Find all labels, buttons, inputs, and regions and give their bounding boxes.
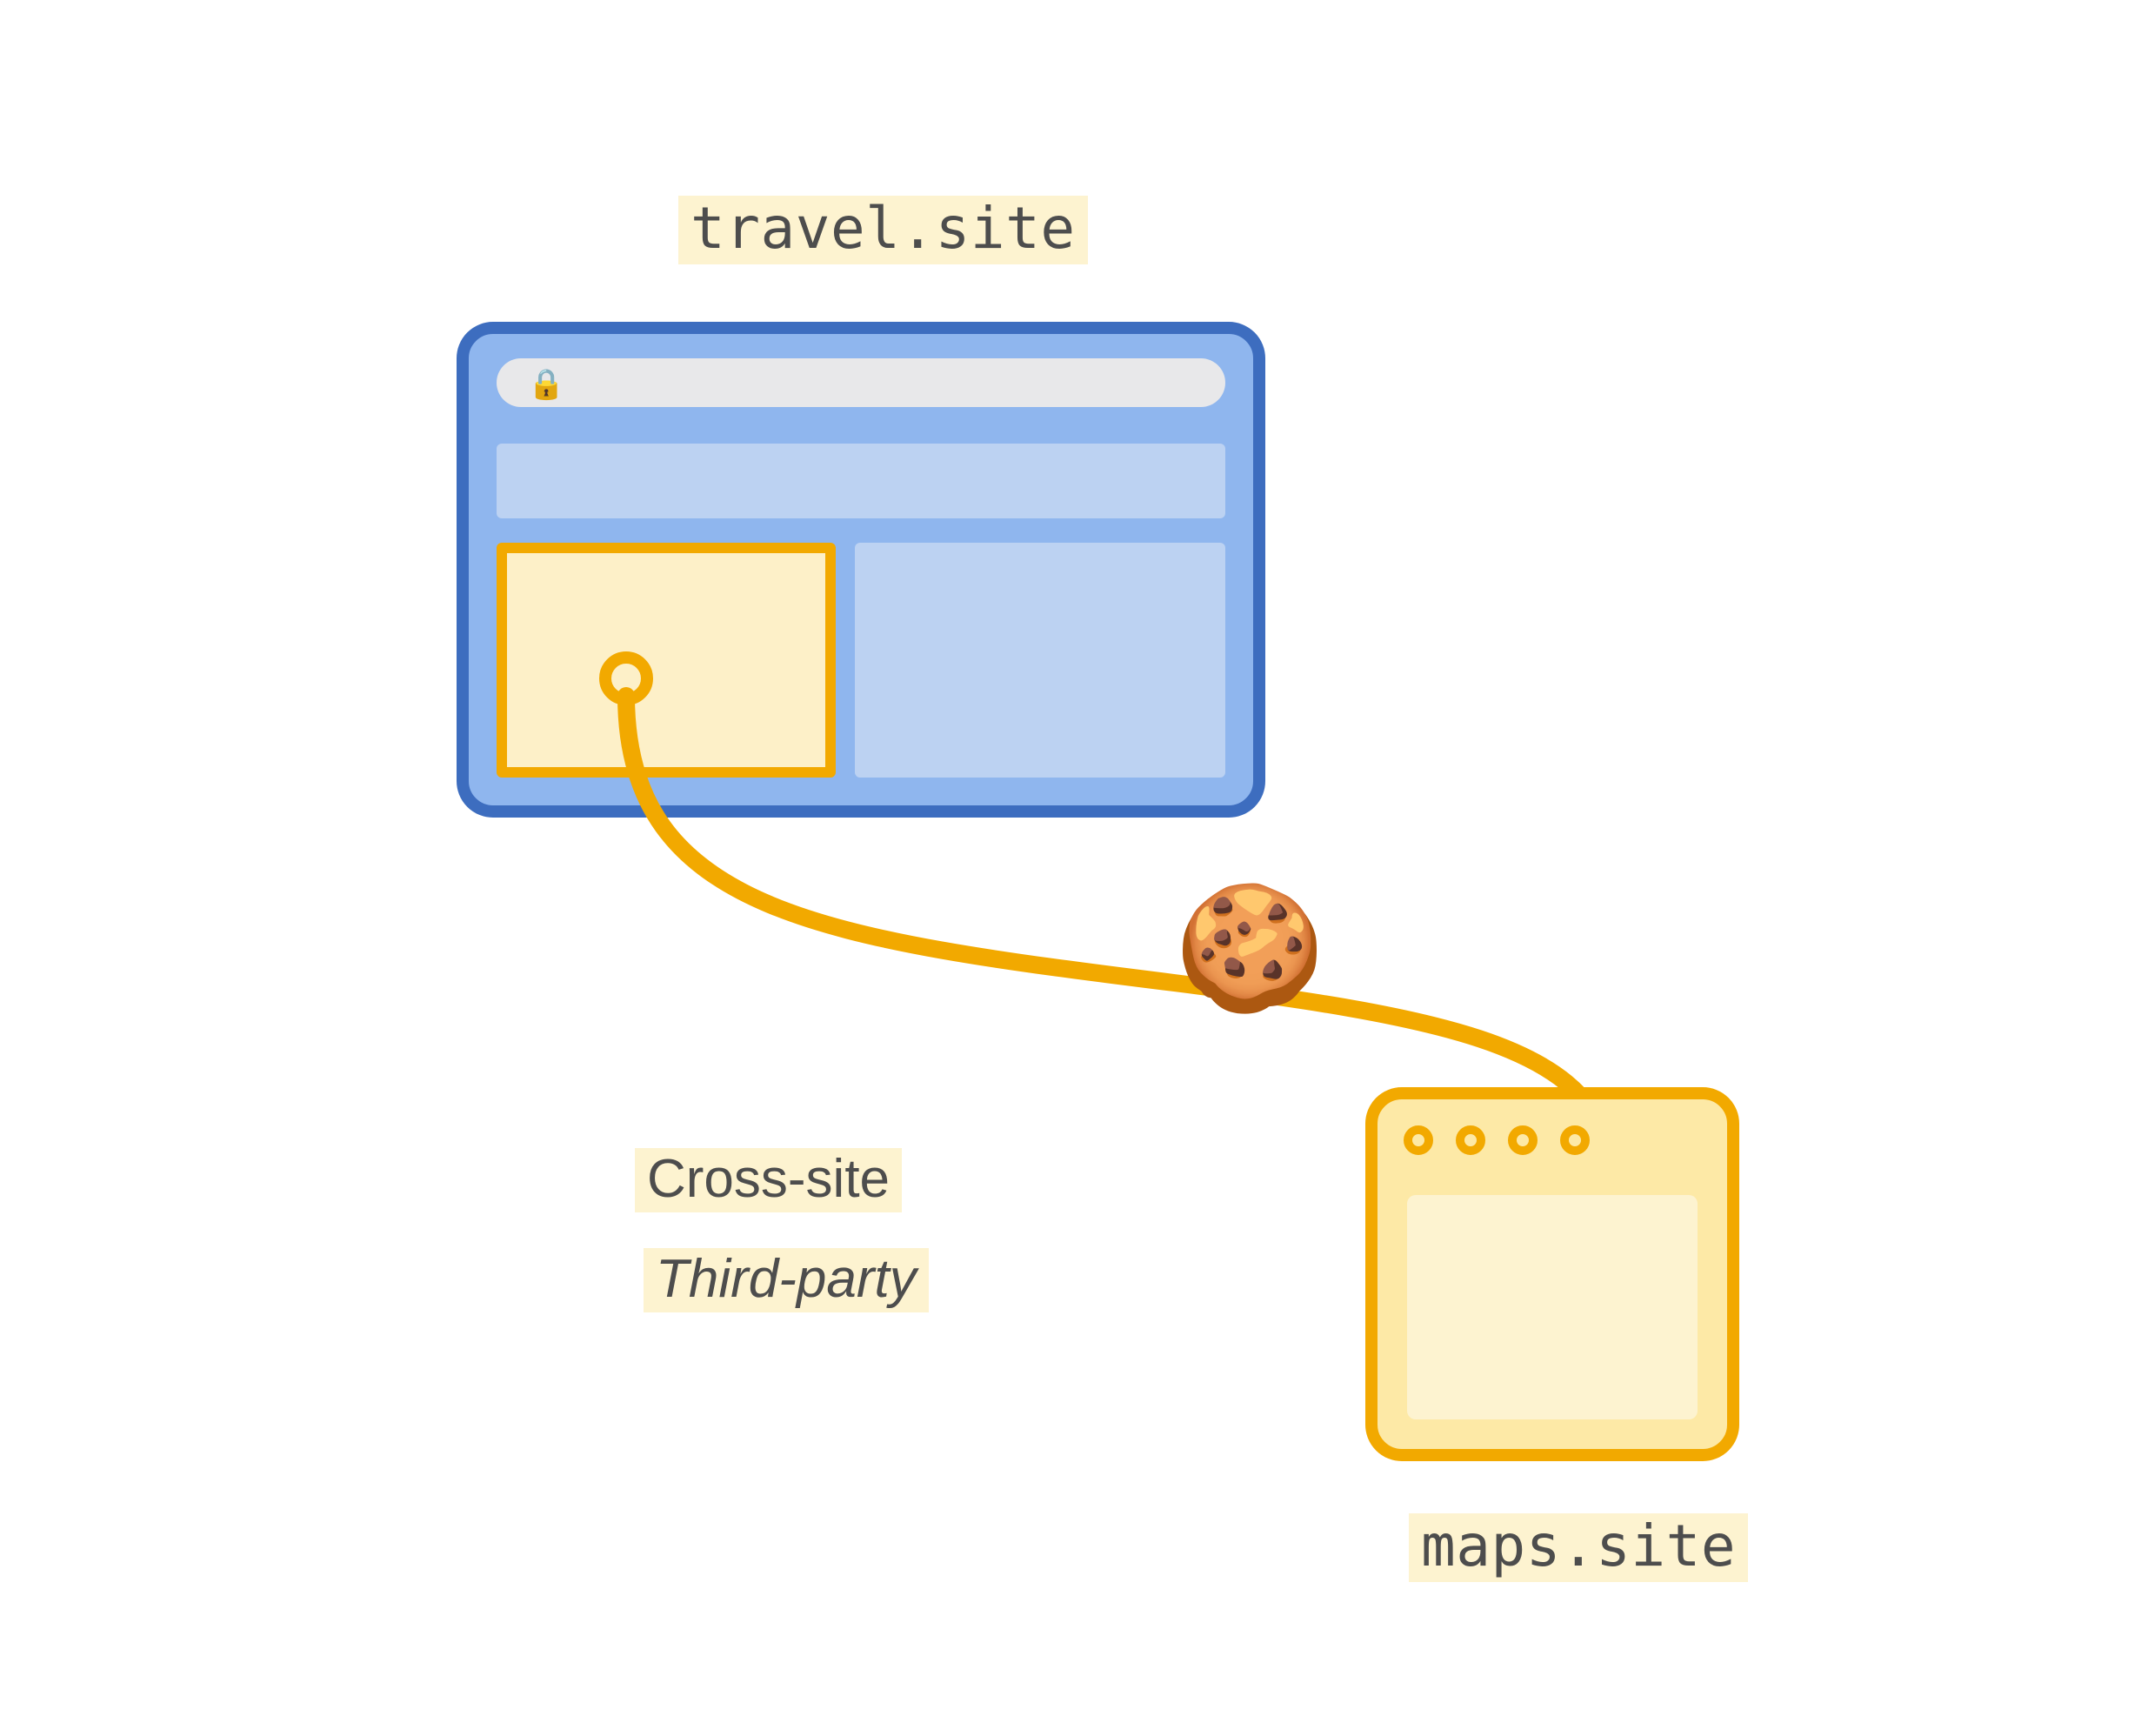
cross-site-label: Cross-site [635, 1148, 902, 1212]
lock-icon: 🔒 [528, 367, 564, 402]
window-dot [1404, 1125, 1433, 1155]
target-site-label: maps.site [1409, 1513, 1748, 1582]
diagram-stage: travel.site 🔒 🍪 maps.site Cross-site Thi… [0, 0, 2148, 1736]
page-header-band [497, 444, 1225, 518]
window-controls [1404, 1125, 1590, 1155]
page-side-panel [855, 543, 1225, 778]
browser-window: 🔒 [457, 322, 1265, 818]
cookie-icon: 🍪 [1174, 887, 1325, 1009]
url-bar [497, 358, 1225, 407]
third-party-iframe [497, 543, 836, 778]
server-pane [1407, 1195, 1698, 1419]
window-dot [1508, 1125, 1538, 1155]
target-server-window [1365, 1087, 1739, 1461]
window-dot [1456, 1125, 1485, 1155]
window-dot [1560, 1125, 1590, 1155]
origin-site-label: travel.site [678, 196, 1088, 264]
third-party-label: Third-party [644, 1248, 929, 1312]
